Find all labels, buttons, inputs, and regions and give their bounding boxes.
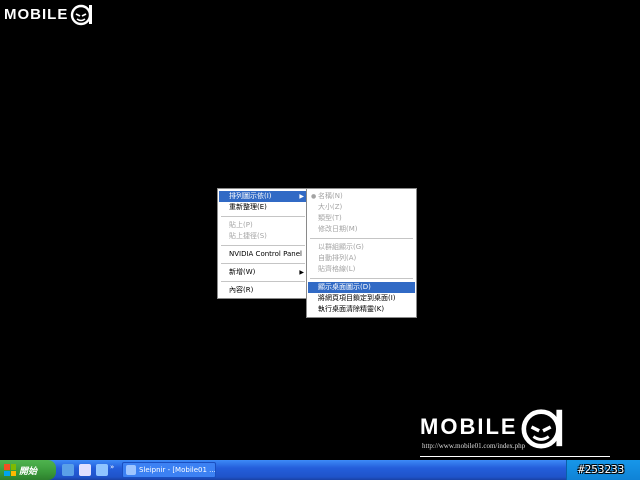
bullet-icon: ● [311,193,317,200]
menu-item-paste-shortcut[interactable]: 貼上捷徑(S) [219,231,307,242]
menu-separator [221,263,305,264]
image-id-label: #253233 [578,463,625,476]
taskbar: 開始 » Sleipnir - [Mobile01 ... [0,460,640,480]
desktop: { "watermark": { "brand_text": "MOBILE",… [0,0,640,480]
menu-item-nvidia-control-panel[interactable]: NVIDIA Control Panel [219,249,307,260]
quick-launch-expand-icon[interactable]: » [110,463,114,471]
media-player-icon[interactable] [96,464,108,476]
menu-item-new[interactable]: 新增(W) ▶ [219,267,307,278]
sleipnir-app-icon [126,465,136,475]
browser-icon[interactable] [79,464,91,476]
quick-launch [62,464,108,476]
menu-item-arrange-icons[interactable]: 排列圖示依(I) ▶ [219,191,307,202]
menu-item-properties[interactable]: 內容(R) [219,285,307,296]
desktop-context-menu: 排列圖示依(I) ▶ 重新整理(E) 貼上(P) 貼上捷徑(S) NVIDIA … [217,188,309,299]
menu-separator [221,245,305,246]
logo-face-icon [71,4,93,26]
arrange-icons-submenu: ● 名稱(N) 大小(Z) 類型(T) 修改日期(M) 以群組顯示(G) 自動排… [306,188,417,318]
submenu-arrow-icon: ▶ [299,193,304,200]
submenu-item-auto-arrange[interactable]: 自動排列(A) [308,253,415,264]
logo-underline [420,456,610,457]
logo-url: http://www.mobile01.com/index.php [422,442,526,450]
menu-item-paste[interactable]: 貼上(P) [219,220,307,231]
logo-brand-text: MOBILE [4,5,69,23]
submenu-item-size[interactable]: 大小(Z) [308,202,415,213]
submenu-item-cleanup-wizard[interactable]: 執行桌面清除精靈(K) [308,304,415,315]
submenu-item-show-in-groups[interactable]: 以群組顯示(G) [308,242,415,253]
start-label: 開始 [19,466,38,477]
menu-separator [310,278,413,279]
submenu-item-lock-web-items[interactable]: 將網頁項目鎖定到桌面(I) [308,293,415,304]
submenu-arrow-icon: ▶ [299,269,304,276]
mobile01-logo-top: MOBILE [4,2,94,26]
menu-separator [221,216,305,217]
taskbar-window-sleipnir[interactable]: Sleipnir - [Mobile01 ... [122,462,216,478]
menu-separator [221,281,305,282]
submenu-item-align-to-grid[interactable]: 貼齊格線(L) [308,264,415,275]
logo-brand-text: MOBILE [420,414,518,439]
show-desktop-icon[interactable] [62,464,74,476]
submenu-item-show-desktop-icons[interactable]: 顯示桌面圖示(D) [308,282,415,293]
windows-logo-icon [4,464,16,476]
submenu-item-name[interactable]: ● 名稱(N) [308,191,415,202]
menu-item-refresh[interactable]: 重新整理(E) [219,202,307,213]
logo-face-icon [521,409,562,449]
start-button[interactable]: 開始 [0,460,56,480]
menu-separator [310,238,413,239]
submenu-item-modified[interactable]: 修改日期(M) [308,224,415,235]
submenu-item-type[interactable]: 類型(T) [308,213,415,224]
